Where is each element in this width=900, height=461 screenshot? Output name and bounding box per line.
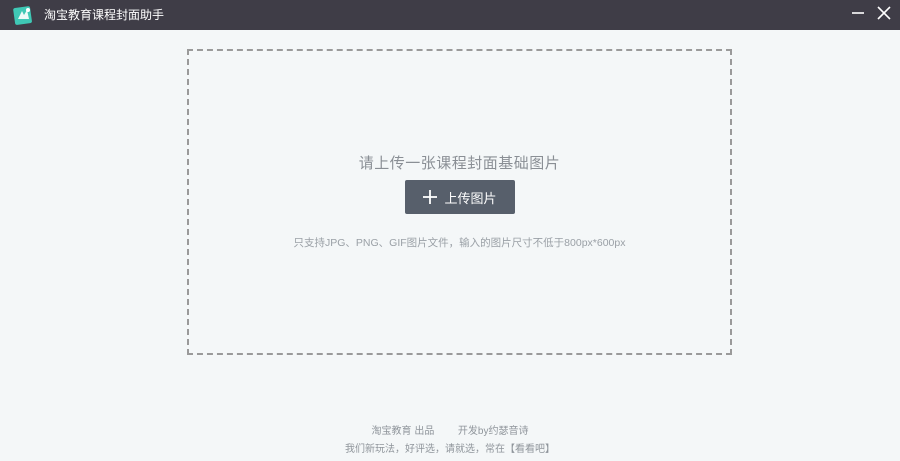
main-area: 请上传一张课程封面基础图片 上传图片 只支持JPG、PNG、GIF图片文件，输入… xyxy=(0,30,900,461)
footer-producer: 淘宝教育 出品 xyxy=(371,426,435,437)
footer-tagline-text: 我们新玩法，好评选，请就选，常在 xyxy=(345,444,505,455)
plus-icon xyxy=(423,190,444,204)
close-button[interactable] xyxy=(867,0,900,30)
footer-tagline: 我们新玩法，好评选，请就选，常在【看看吧】 xyxy=(0,441,900,459)
upload-drop-zone[interactable]: 请上传一张课程封面基础图片 上传图片 只支持JPG、PNG、GIF图片文件，输入… xyxy=(187,49,732,355)
upload-hint: 只支持JPG、PNG、GIF图片文件，输入的图片尺寸不低于800px*600px xyxy=(293,237,626,249)
title-bar: 淘宝教育课程封面助手 xyxy=(0,0,900,30)
upload-image-button[interactable]: 上传图片 xyxy=(405,180,515,214)
close-icon xyxy=(877,5,891,25)
upload-button-label: 上传图片 xyxy=(444,190,497,206)
footer-developer: 开发by约瑟音诗 xyxy=(457,426,529,437)
footer-credits: 淘宝教育 出品 开发by约瑟音诗 xyxy=(0,423,900,441)
footer: 淘宝教育 出品 开发by约瑟音诗 我们新玩法，好评选，请就选，常在【看看吧】 xyxy=(0,423,900,459)
minimize-icon xyxy=(851,6,865,25)
window-title: 淘宝教育课程封面助手 xyxy=(44,8,165,22)
footer-link[interactable]: 【看看吧】 xyxy=(505,444,555,455)
app-logo-icon xyxy=(13,5,34,26)
upload-prompt: 请上传一张课程封面基础图片 xyxy=(358,155,561,172)
